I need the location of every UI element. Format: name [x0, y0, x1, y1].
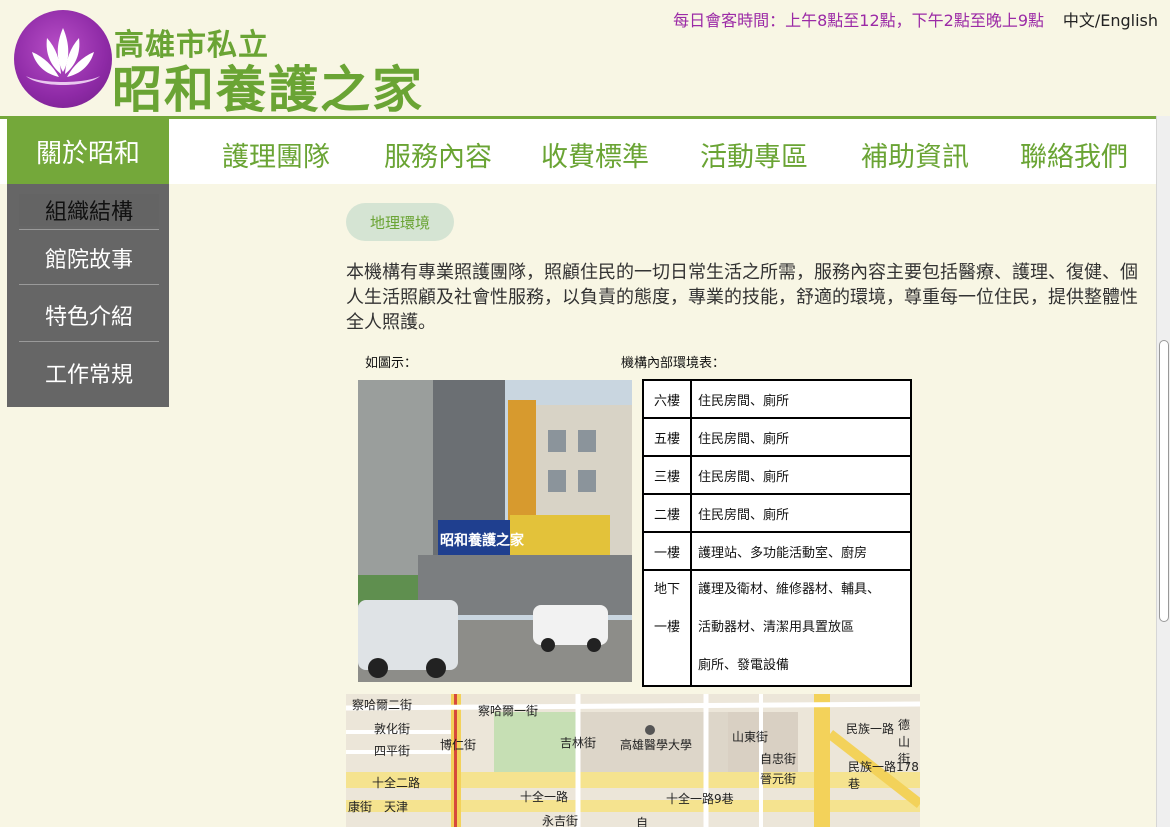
- page-scrollbar[interactable]: [1156, 116, 1170, 827]
- scrollbar-thumb[interactable]: [1159, 340, 1169, 622]
- floor-desc-cell: 護理及衛材、維修器材、輔具、 活動器材、清潔用具置放區 廁所、發電設備: [690, 569, 912, 687]
- map-label: 天津: [384, 800, 409, 814]
- nav-item-fees[interactable]: 收費標準: [541, 135, 649, 174]
- floor-cell: 三樓: [642, 455, 692, 495]
- section-tab-geography[interactable]: 地理環境: [346, 203, 454, 241]
- map-label: 自忠街: [760, 752, 797, 766]
- floor-table: 六樓 住民房間、廁所 五樓 住民房間、廁所 三樓 住民房間、廁所 二樓 住民房間…: [642, 379, 912, 687]
- floor-cell: 地下 一樓: [642, 569, 692, 687]
- nav-item-nursing-team[interactable]: 護理團隊: [222, 135, 330, 174]
- floor-cell: 六樓: [642, 379, 692, 419]
- sidebar-item-story[interactable]: 館院故事: [19, 242, 159, 274]
- floor-cell: 二樓: [642, 493, 692, 533]
- site-header: 高雄市私立 昭和養護之家 每日會客時間：上午8點至12點，下午2點至晚上9點 中…: [0, 0, 1170, 119]
- table-row: 六樓 住民房間、廁所: [642, 379, 912, 419]
- map-label: 察哈爾一街: [478, 704, 539, 718]
- table-row: 五樓 住民房間、廁所: [642, 417, 912, 457]
- nav-item-contact[interactable]: 聯絡我們: [1020, 135, 1128, 174]
- basement-desc-line2: 活動器材、清潔用具置放區: [698, 620, 855, 635]
- language-switch-link[interactable]: 中文/English: [1063, 7, 1158, 31]
- floor-basement-line1: 地下: [653, 582, 680, 597]
- photo-sign-text: 昭和養護之家: [440, 533, 524, 549]
- main-nav: 關於昭和 護理團隊 服務內容 收費標準 活動專區 補助資訊 聯絡我們: [0, 116, 1170, 187]
- floor-basement-line2: 一樓: [653, 620, 680, 635]
- table-row: 二樓 住民房間、廁所: [642, 493, 912, 533]
- building-photo: 昭和養護之家: [358, 380, 632, 682]
- floor-desc-cell: 住民房間、廁所: [690, 379, 912, 419]
- map-label: 吉林街: [560, 736, 597, 750]
- map-label: 博仁街: [440, 738, 477, 752]
- map-label: 康街: [348, 800, 373, 814]
- nav-item-activities[interactable]: 活動專區: [700, 135, 808, 174]
- sidebar-divider: [19, 284, 159, 285]
- org-name: 昭和養護之家: [112, 61, 424, 119]
- map-label: 十全一路: [520, 790, 569, 804]
- map-label: 自: [636, 816, 649, 827]
- map-label: 察哈爾二街: [352, 698, 413, 712]
- table-row: 三樓 住民房間、廁所: [642, 455, 912, 495]
- location-map[interactable]: 察哈爾二街 察哈爾一街 敦化街 四平街 博仁街 吉林街 高雄醫學大學 十全二路 …: [346, 694, 920, 827]
- map-label: 高雄醫學大學: [620, 738, 693, 752]
- map-label: 晉元街: [760, 772, 797, 786]
- map-label: 十全二路: [372, 776, 421, 790]
- floor-desc-cell: 住民房間、廁所: [690, 417, 912, 457]
- map-label: 德山街: [898, 718, 911, 766]
- sidebar-divider: [19, 229, 159, 230]
- sidebar-item-routine[interactable]: 工作常規: [19, 357, 159, 389]
- lotus-logo-icon[interactable]: [14, 10, 112, 108]
- figure-label: 如圖示：: [365, 356, 418, 371]
- floor-desc-cell: 護理站、多功能活動室、廚房: [690, 531, 912, 571]
- sidebar-item-features[interactable]: 特色介紹: [19, 299, 159, 331]
- map-label: 敦化街: [374, 722, 411, 736]
- map-label: 民族一路: [846, 722, 895, 736]
- floor-desc-cell: 住民房間、廁所: [690, 493, 912, 533]
- visit-hours: 每日會客時間：上午8點至12點，下午2點至晚上9點: [673, 11, 1044, 30]
- floor-cell: 一樓: [642, 531, 692, 571]
- table-row: 一樓 護理站、多功能活動室、廚房: [642, 531, 912, 571]
- basement-desc-line1: 護理及衛材、維修器材、輔具、: [698, 582, 881, 597]
- map-label: 十全一路9巷: [666, 792, 734, 806]
- sidebar-item-organization[interactable]: 組織結構: [19, 194, 159, 226]
- nav-item-about[interactable]: 關於昭和: [7, 116, 169, 187]
- map-label: 永吉街: [542, 814, 579, 827]
- nav-item-subsidy[interactable]: 補助資訊: [861, 135, 969, 174]
- map-label: 四平街: [374, 744, 411, 758]
- table-label: 機構內部環境表：: [621, 356, 726, 371]
- sidebar-divider: [19, 341, 159, 342]
- floor-cell: 五樓: [642, 417, 692, 457]
- floor-desc-cell: 住民房間、廁所: [690, 455, 912, 495]
- intro-paragraph: 本機構有專業照護團隊，照顧住民的一切日常生活之所需，服務內容主要包括醫療、護理、…: [346, 262, 1138, 333]
- sidebar: 組織結構 館院故事 特色介紹 工作常規: [7, 184, 169, 407]
- basement-desc-line3: 廁所、發電設備: [698, 658, 790, 673]
- map-label: 山東街: [732, 730, 769, 744]
- table-row: 地下 一樓 護理及衛材、維修器材、輔具、 活動器材、清潔用具置放區 廁所、發電設…: [642, 569, 912, 687]
- nav-item-services[interactable]: 服務內容: [384, 135, 492, 174]
